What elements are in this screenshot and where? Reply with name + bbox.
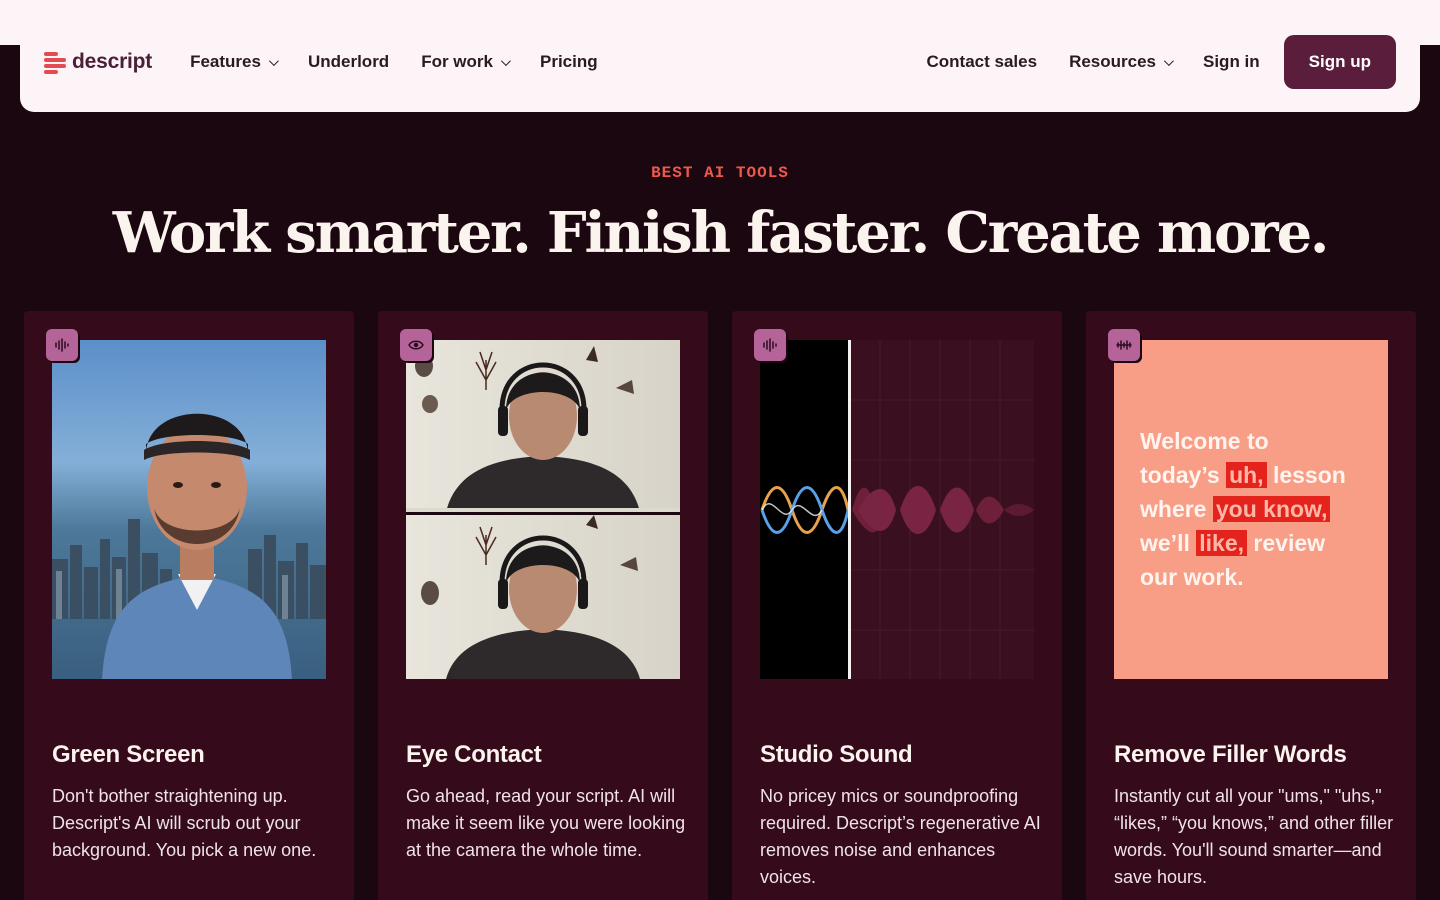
logo[interactable]: descript: [44, 49, 152, 75]
transcript-line: Welcome to: [1140, 428, 1269, 454]
nav-underlord-label: Underlord: [307, 52, 390, 71]
nav-pricing[interactable]: Pricing: [540, 52, 598, 72]
presenter-image: [102, 413, 292, 679]
filler-word-highlight: you know,: [1212, 496, 1331, 522]
transcript-word: lesson: [1272, 462, 1346, 488]
nav-features[interactable]: Features: [190, 52, 279, 72]
feature-cards: Green Screen Don't bother straightening …: [24, 311, 1416, 900]
card-title: Green Screen: [52, 741, 205, 768]
feature-card-studio-sound[interactable]: Studio Sound No pricey mics or soundproo…: [732, 311, 1062, 900]
filler-word-highlight: uh,: [1226, 462, 1267, 488]
nav-pricing-label: Pricing: [540, 52, 598, 71]
filler-word-highlight: like,: [1196, 530, 1248, 556]
eye-contact-preview: [406, 340, 680, 679]
card-description: Go ahead, read your script. AI will make…: [406, 786, 686, 860]
nav-resources-label: Resources: [1069, 52, 1156, 71]
chevron-down-icon: [268, 55, 279, 66]
section-headline: Work smarter. Finish faster. Create more…: [112, 200, 1330, 266]
transcript-demo: Welcome to today’s uh, lesson where you …: [1140, 424, 1380, 594]
nav-features-label: Features: [190, 52, 261, 71]
nav-underlord[interactable]: Underlord: [308, 52, 389, 72]
transcript-word: where: [1140, 496, 1207, 522]
card-description: No pricey mics or soundproofing required…: [760, 786, 1041, 887]
filler-words-icon: [1108, 329, 1140, 361]
nav-for-work-label: For work: [421, 52, 493, 71]
feature-card-green-screen[interactable]: Green Screen Don't bother straightening …: [24, 311, 354, 900]
before-frame: [406, 340, 680, 508]
audio-waveform-graphic: [760, 340, 1034, 679]
chevron-down-icon: [500, 55, 511, 66]
card-title: Studio Sound: [760, 741, 913, 768]
green-screen-preview: [52, 340, 326, 679]
chevron-down-icon: [1163, 55, 1174, 66]
nav-actions: Contact sales Resources Sign in Sign up: [927, 35, 1396, 89]
feature-card-remove-filler-words[interactable]: Welcome to today’s uh, lesson where you …: [1086, 311, 1416, 900]
waveform-icon: [754, 329, 786, 361]
sign-in-link[interactable]: Sign in: [1203, 52, 1260, 72]
waveform-icon: [46, 329, 78, 361]
transcript-word: today’s: [1140, 462, 1220, 488]
transcript-word: review: [1253, 530, 1326, 556]
nav-for-work[interactable]: For work: [421, 52, 511, 72]
eye-icon: [400, 329, 432, 361]
after-frame: [406, 515, 680, 679]
logo-text: descript: [72, 50, 153, 73]
transcript-line: our work.: [1140, 564, 1244, 590]
section-eyebrow: BEST AI TOOLS: [651, 164, 789, 182]
card-description: Instantly cut all your "ums," "uhs," “li…: [1114, 786, 1394, 887]
sign-up-button[interactable]: Sign up: [1283, 35, 1396, 89]
main-nav: Features Underlord For work Pricing: [190, 52, 598, 72]
descript-logo-icon: [44, 49, 66, 75]
studio-sound-preview: [760, 340, 1034, 679]
nav-resources[interactable]: Resources: [1069, 52, 1174, 72]
contact-sales-link[interactable]: Contact sales: [927, 52, 1038, 72]
card-title: Eye Contact: [406, 741, 542, 768]
transcript-line: today’s uh, lesson: [1140, 458, 1380, 492]
transcript-line: where you know,: [1140, 492, 1380, 526]
top-nav: descript Features Underlord For work Pri…: [20, 12, 1420, 112]
card-description: Don't bother straightening up. Descript'…: [52, 786, 317, 860]
filler-words-preview: Welcome to today’s uh, lesson where you …: [1114, 340, 1388, 679]
transcript-word: we’ll: [1140, 530, 1190, 556]
card-title: Remove Filler Words: [1114, 741, 1347, 768]
feature-card-eye-contact[interactable]: Eye Contact Go ahead, read your script. …: [378, 311, 708, 900]
transcript-line: we’ll like, review: [1140, 526, 1380, 560]
